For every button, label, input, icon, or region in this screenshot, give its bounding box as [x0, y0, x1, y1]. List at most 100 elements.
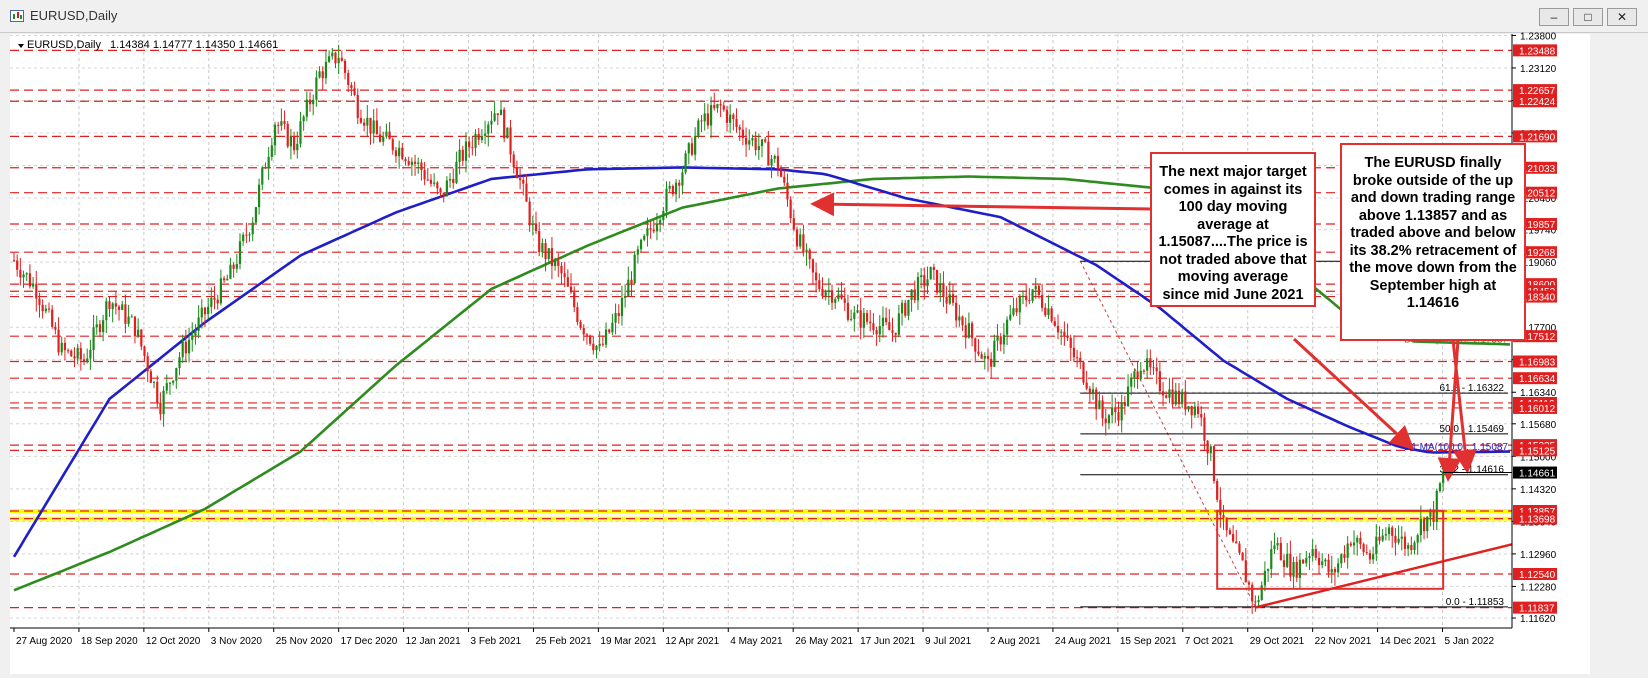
candle-body — [515, 167, 519, 179]
candle-body — [1060, 331, 1063, 333]
candle-body — [308, 99, 312, 105]
candle-body — [242, 234, 245, 242]
candle-body — [681, 172, 684, 186]
candle-body — [859, 310, 862, 328]
candle-body — [471, 147, 474, 149]
candle-body — [1416, 535, 1419, 543]
candle-body — [646, 228, 649, 236]
candle-body — [662, 211, 665, 221]
candle-body — [983, 356, 986, 359]
candle-body — [1286, 553, 1289, 567]
candle-body — [1314, 549, 1317, 558]
candle-body — [668, 186, 671, 189]
candle-body — [417, 162, 420, 164]
candle-body — [1359, 537, 1362, 545]
candle-body — [853, 312, 856, 319]
candle-body — [573, 292, 576, 308]
candle-body — [738, 126, 741, 130]
candle-body — [480, 135, 483, 140]
candle-body — [706, 113, 709, 126]
candle-body — [1005, 319, 1009, 335]
candle-body — [76, 348, 79, 359]
candle-body — [63, 342, 67, 351]
candle-body — [229, 264, 232, 279]
time-tick-label: 12 Oct 2020 — [146, 636, 201, 647]
close-button[interactable]: ✕ — [1607, 8, 1637, 26]
candle-body — [1041, 294, 1044, 308]
candle-body — [127, 316, 130, 324]
maximize-button[interactable]: □ — [1573, 8, 1603, 26]
candle-body — [264, 167, 267, 169]
candle-body — [1413, 542, 1416, 551]
candle-body — [862, 313, 865, 328]
time-tick-label: 25 Nov 2020 — [276, 636, 333, 647]
candle-body — [1279, 542, 1282, 561]
candle-body — [843, 298, 846, 303]
window-titlebar[interactable]: EURUSD,Daily – □ ✕ — [0, 0, 1648, 33]
candle-body — [1435, 490, 1438, 522]
candle-body — [1082, 362, 1085, 383]
level-price-label: 1.16983 — [1519, 357, 1556, 368]
candle-body — [659, 220, 662, 224]
candle-body — [178, 357, 181, 369]
candle-body — [713, 105, 716, 109]
candle-body — [137, 329, 140, 337]
candle-body — [267, 156, 270, 169]
candle-body — [1257, 599, 1260, 603]
candle-body — [89, 350, 92, 359]
candle-body — [970, 323, 974, 339]
minimize-icon: – — [1550, 10, 1558, 24]
candle-body — [343, 60, 347, 73]
candle-body — [684, 153, 687, 173]
candle-body — [592, 343, 595, 351]
candle-body — [716, 104, 719, 109]
candle-body — [980, 354, 983, 359]
minimize-button[interactable]: – — [1539, 8, 1569, 26]
candle-body — [1308, 556, 1311, 558]
candle-body — [245, 234, 248, 236]
level-price-label: 1.21690 — [1519, 132, 1556, 143]
candle-body — [1384, 534, 1387, 536]
candle-body — [869, 321, 872, 324]
candle-body — [579, 322, 582, 328]
price-chart[interactable]: 61.8 - 1.1632250.0 - 1.1546938.2 - 1.146… — [0, 32, 1648, 678]
time-tick-label: 9 Jul 2021 — [925, 636, 972, 647]
candle-body — [799, 234, 802, 247]
candle-body — [1203, 417, 1206, 441]
level-price-label: 1.15125 — [1519, 446, 1556, 457]
candle-body — [238, 241, 242, 264]
candle-body — [773, 155, 776, 159]
candle-body — [525, 183, 528, 202]
candle-body — [818, 280, 821, 289]
level-price-label: 1.13698 — [1519, 515, 1556, 526]
price-tick-label: 1.15680 — [1520, 420, 1557, 431]
candle-body — [916, 277, 920, 301]
candle-body — [506, 127, 509, 139]
candle-body — [232, 264, 235, 269]
level-price-label: 1.23488 — [1519, 46, 1556, 57]
candle-body — [697, 120, 700, 136]
candle-body — [1053, 321, 1056, 326]
candle-body — [200, 307, 203, 318]
candle-body — [433, 182, 436, 184]
candle-body — [703, 113, 706, 122]
candle-body — [875, 330, 878, 335]
candle-body — [951, 294, 955, 303]
candle-body — [455, 161, 458, 183]
candle-body — [213, 297, 216, 300]
time-tick-label: 18 Sep 2020 — [81, 636, 138, 647]
candle-body — [1079, 357, 1082, 363]
candle-body — [121, 304, 124, 310]
candle-body — [445, 180, 448, 197]
candle-body — [1311, 549, 1314, 557]
candle-body — [1012, 308, 1015, 315]
candle-body — [140, 329, 143, 347]
candle-body — [538, 231, 541, 253]
candle-body — [143, 346, 146, 357]
candle-body — [872, 323, 875, 331]
candle-body — [560, 266, 563, 274]
candle-body — [1098, 400, 1101, 410]
candle-body — [566, 277, 569, 287]
candle-body — [576, 307, 579, 323]
terminal-window: EURUSD,Daily – □ ✕ 61.8 - 1.16322 50.0 - … — [0, 0, 1648, 678]
